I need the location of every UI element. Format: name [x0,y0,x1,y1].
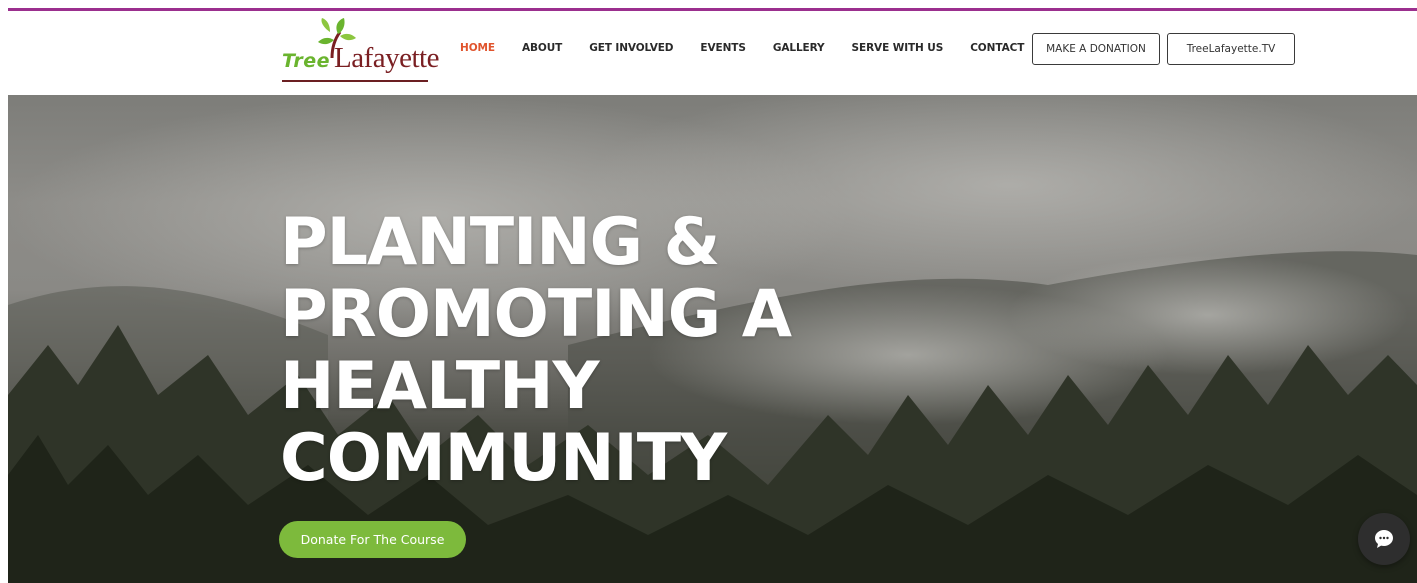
logo-word-tree: Tree [282,50,331,72]
hero-headline: PLANTING & PROMOTING A HEALTHY COMMUNITY [280,207,900,495]
nav-about[interactable]: ABOUT [522,42,562,54]
headline-line: PROMOTING A [280,277,792,352]
site-header: Tree Lafayette HOME ABOUT GET INVOLVED EV… [0,11,1417,95]
nav-home[interactable]: HOME [460,42,495,54]
logo-word-lafayette: Lafayette [334,42,439,74]
donate-for-the-course-button[interactable]: Donate For The Course [279,521,466,558]
chat-widget-button[interactable] [1358,513,1410,565]
nav-get-involved[interactable]: GET INVOLVED [589,42,673,54]
chat-bubble-icon [1375,530,1393,548]
hero-banner: PLANTING & PROMOTING A HEALTHY COMMUNITY… [8,95,1417,583]
nav-events[interactable]: EVENTS [700,42,745,54]
nav-serve-with-us[interactable]: SERVE WITH US [852,42,944,54]
site-logo[interactable]: Tree Lafayette [280,18,439,88]
main-nav: HOME ABOUT GET INVOLVED EVENTS GALLERY S… [460,42,1051,54]
headline-line: COMMUNITY [280,421,727,496]
logo-underline [282,80,428,82]
nav-contact[interactable]: CONTACT [970,42,1024,54]
treelafayette-tv-button[interactable]: TreeLafayette.TV [1167,33,1295,65]
nav-gallery[interactable]: GALLERY [773,42,825,54]
headline-line: PLANTING & [280,205,720,280]
headline-line: HEALTHY [280,349,600,424]
make-donation-button[interactable]: MAKE A DONATION [1032,33,1160,65]
